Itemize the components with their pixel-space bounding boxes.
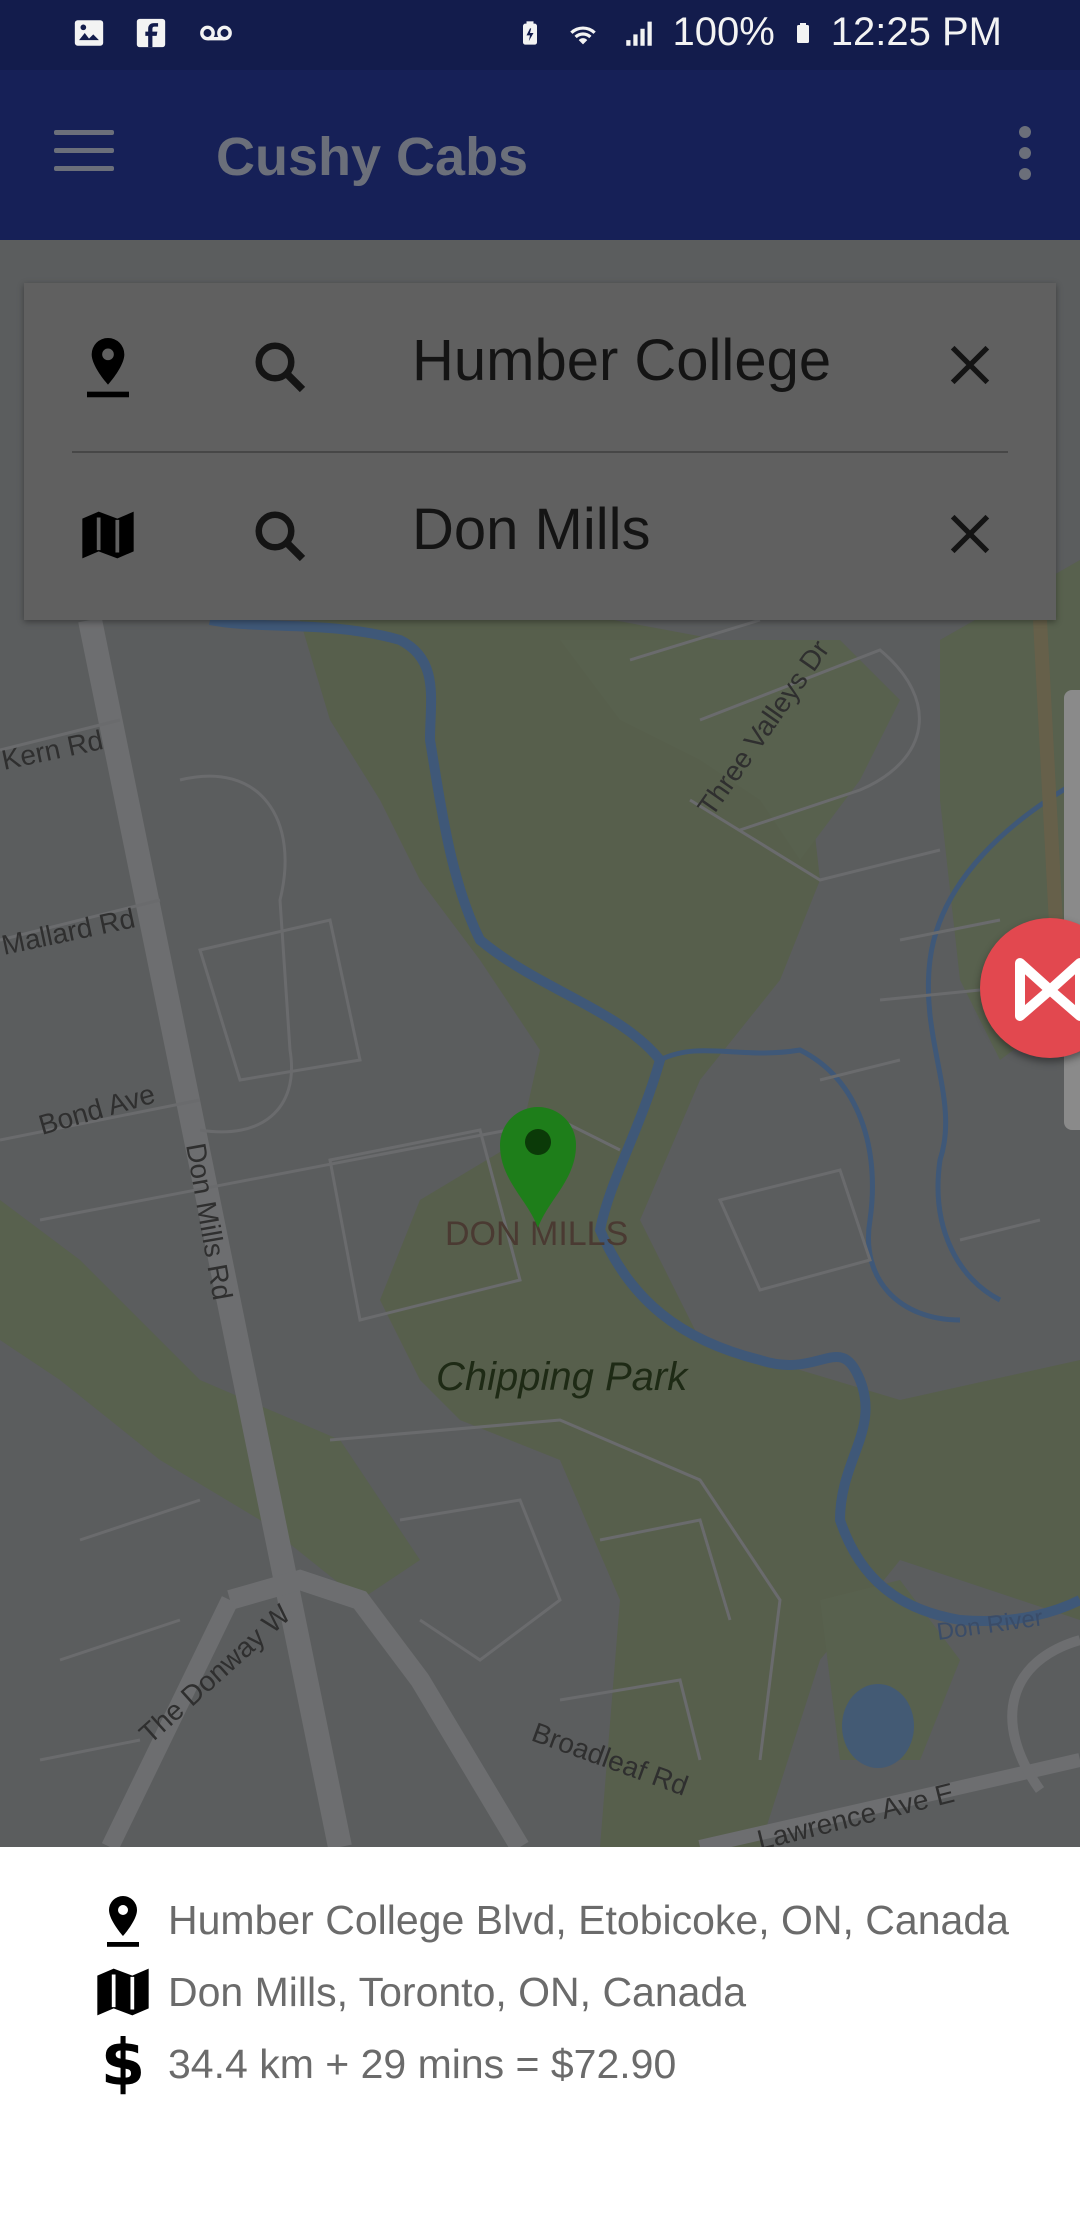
- dropoff-row: Don Mills: [24, 452, 1056, 620]
- street-label: Kern Rd: [0, 724, 106, 776]
- app-title: Cushy Cabs: [216, 127, 529, 187]
- facebook-icon: [136, 18, 166, 48]
- dropoff-input[interactable]: Don Mills: [412, 496, 651, 563]
- pond: [842, 1684, 914, 1768]
- menu-icon[interactable]: [54, 130, 114, 180]
- wifi-icon: [570, 25, 597, 44]
- clock: 12:25 PM: [830, 10, 1002, 54]
- pickup-row: Humber College: [24, 283, 1056, 451]
- close-icon[interactable]: [944, 508, 996, 560]
- edge-panel-handle[interactable]: [1064, 690, 1080, 1130]
- street-label: Mallard Rd: [0, 902, 138, 960]
- fare-estimate: 34.4 km + 29 mins = $72.90: [168, 2040, 677, 2087]
- battery-percent: 100%: [672, 10, 775, 54]
- battery-icon: [796, 22, 809, 43]
- pickup-address: Humber College Blvd, Etobicoke, ON, Cana…: [168, 1896, 1009, 1943]
- map-icon: [97, 1968, 149, 2016]
- place-icon: [107, 1896, 139, 1947]
- map-icon: [82, 511, 134, 559]
- search-icon[interactable]: [250, 337, 310, 397]
- fare-summary-row: $ 34.4 km + 29 mins = $72.90: [92, 2027, 677, 2101]
- pickup-summary-row: Humber College Blvd, Etobicoke, ON, Cana…: [92, 1885, 1009, 1955]
- pickup-input[interactable]: Humber College: [412, 327, 831, 394]
- park-label: Chipping Park: [436, 1355, 689, 1399]
- bubble-icon: [1015, 958, 1080, 1021]
- status-bar: 100% 12:25 PM: [0, 0, 1080, 70]
- floating-app-bubble[interactable]: [980, 918, 1080, 1058]
- river-label: Don River: [935, 1604, 1044, 1646]
- street-label: Lawrence Ave E: [754, 1777, 957, 1847]
- dropoff-summary-row: Don Mills, Toronto, ON, Canada: [92, 1957, 746, 2027]
- place-icon: [87, 338, 129, 398]
- close-icon[interactable]: [944, 339, 996, 391]
- dollar-icon: $: [100, 2027, 146, 2101]
- more-vert-icon[interactable]: [1010, 126, 1040, 186]
- trip-summary: Humber College Blvd, Etobicoke, ON, Cana…: [0, 1847, 1080, 2220]
- route-search-card: Humber College Don Mills: [24, 283, 1056, 620]
- voicemail-icon: [200, 25, 232, 41]
- gallery-icon: [74, 20, 104, 46]
- dropoff-address: Don Mills, Toronto, ON, Canada: [168, 1968, 747, 2015]
- street-label: Don Mills Rd: [180, 1141, 238, 1303]
- battery-saver-icon: [523, 20, 538, 45]
- street-label: Bond Ave: [35, 1078, 158, 1141]
- signal-icon: [626, 21, 653, 46]
- search-icon[interactable]: [250, 506, 310, 566]
- app-bar: Cushy Cabs: [0, 70, 1080, 240]
- stream: [658, 1047, 961, 1323]
